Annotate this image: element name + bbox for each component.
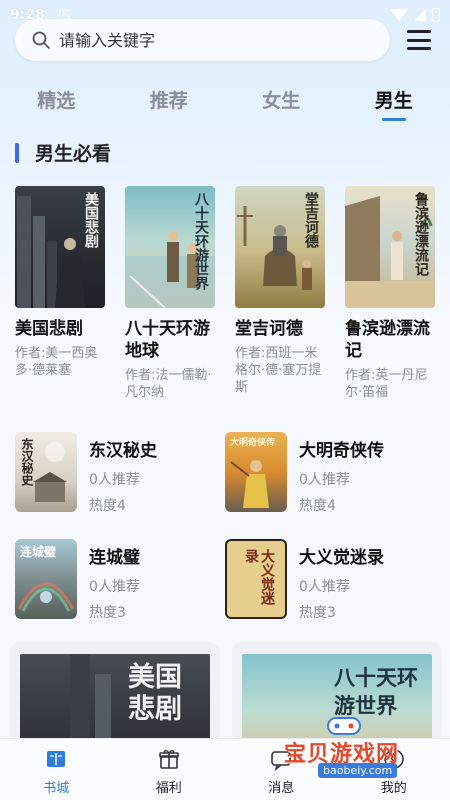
- book-title: 八十天环游地球: [125, 319, 210, 361]
- search-input[interactable]: [59, 30, 359, 50]
- nav-label: 福利: [155, 781, 182, 796]
- thumb-title: 大明奇侠传: [230, 438, 276, 448]
- tab-nvsheng[interactable]: 女生: [225, 84, 338, 128]
- featured-books: 美国悲剧 美国悲剧 作者:美一西奥多·德莱塞 八十天环游世界 八十天环游地球 作…: [15, 186, 450, 401]
- cover-title: 八十天环游世界: [193, 192, 209, 290]
- search-row: [15, 19, 435, 61]
- banner-image: 美国悲剧: [20, 654, 210, 742]
- tab-tuijian[interactable]: 推荐: [113, 84, 226, 128]
- item-name: 东汉秘史: [89, 441, 157, 461]
- nav-bookstore[interactable]: 书城: [0, 739, 113, 800]
- list-item[interactable]: 大明奇侠传 大明奇侠传 0人推荐 热度4: [225, 432, 435, 515]
- section-header: 男生必看: [15, 139, 111, 166]
- book-title: 鲁滨逊漂流记: [345, 319, 430, 361]
- book-cover: 鲁滨逊漂流记: [345, 186, 435, 308]
- nav-welfare[interactable]: 福利: [113, 739, 226, 800]
- gift-icon: [158, 750, 179, 769]
- item-heat: 热度3: [299, 605, 336, 621]
- book-cover: 美国悲剧: [15, 186, 105, 308]
- thumb-title: 大义觉迷录: [243, 549, 275, 605]
- item-heat: 热度4: [89, 498, 126, 514]
- book-list: 东汉秘史 东汉秘史 0人推荐 热度4 大明奇侠传 大明奇侠传 0人推荐 热度4: [15, 432, 435, 646]
- thumb-title: 东汉秘史: [20, 438, 34, 486]
- banner-title: 美国悲剧: [128, 662, 182, 725]
- item-info: 大义觉迷录 0人推荐 热度3: [299, 539, 384, 622]
- item-recommend: 0人推荐: [89, 472, 140, 488]
- search-icon: [32, 31, 50, 49]
- list-item[interactable]: 大义觉迷录 大义觉迷录 0人推荐 热度3: [225, 539, 435, 622]
- featured-book[interactable]: 堂吉诃德 堂吉诃德 作者:西班一米格尔·德·塞万提斯: [235, 186, 325, 401]
- book-title: 堂吉诃德: [235, 319, 303, 339]
- book-author: 作者:法一儒勒·凡尔纳: [125, 368, 212, 400]
- thumb-title: 连城璧: [20, 545, 57, 559]
- watermark-url: baobeiy.com: [318, 763, 398, 778]
- item-heat: 热度4: [299, 498, 336, 514]
- book-title: 美国悲剧: [15, 319, 83, 339]
- book-thumb: 大明奇侠传: [225, 432, 287, 512]
- list-item[interactable]: 连城璧 连城璧 0人推荐 热度3: [15, 539, 225, 622]
- item-recommend: 0人推荐: [299, 472, 350, 488]
- banner-card[interactable]: 美国悲剧: [10, 642, 220, 742]
- item-info: 大明奇侠传 0人推荐 热度4: [299, 432, 384, 515]
- list-item[interactable]: 东汉秘史 东汉秘史 0人推荐 热度4: [15, 432, 225, 515]
- featured-book[interactable]: 美国悲剧 美国悲剧 作者:美一西奥多·德莱塞: [15, 186, 105, 401]
- tab-jingxuan[interactable]: 精选: [0, 84, 113, 128]
- section-marker: [15, 142, 19, 163]
- item-recommend: 0人推荐: [299, 579, 350, 595]
- cover-title: 美国悲剧: [83, 192, 99, 248]
- featured-book[interactable]: 八十天环游世界 八十天环游地球 作者:法一儒勒·凡尔纳: [125, 186, 215, 401]
- item-name: 连城璧: [89, 548, 140, 568]
- watermark: 宝贝游戏网 baobeiy.com: [264, 717, 424, 784]
- book-thumb: 大义觉迷录: [225, 539, 287, 619]
- book-thumb: 连城璧: [15, 539, 77, 619]
- nav-label: 书城: [43, 781, 70, 796]
- book-author: 作者:西班一米格尔·德·塞万提斯: [235, 346, 322, 395]
- list-row: 连城璧 连城璧 0人推荐 热度3 大义觉迷录 大义觉迷录 0人推荐 热度3: [15, 539, 435, 622]
- book-author: 作者:美一西奥多·德莱塞: [15, 346, 98, 378]
- book-icon: [47, 751, 66, 767]
- item-name: 大明奇侠传: [299, 441, 384, 461]
- banner-row: 美国悲剧 八十天环游世界: [10, 642, 450, 742]
- cover-title: 鲁滨逊漂流记: [413, 192, 429, 276]
- featured-book[interactable]: 鲁滨逊漂流记 鲁滨逊漂流记 作者:英一丹尼尔·笛福: [345, 186, 435, 401]
- section-title: 男生必看: [35, 143, 112, 165]
- item-name: 大义觉迷录: [299, 548, 384, 568]
- book-thumb: 东汉秘史: [15, 432, 77, 512]
- tab-nansheng[interactable]: 男生: [338, 84, 450, 128]
- list-row: 东汉秘史 东汉秘史 0人推荐 热度4 大明奇侠传 大明奇侠传 0人推荐 热度4: [15, 432, 435, 515]
- cover-title: 堂吉诃德: [303, 192, 319, 248]
- item-info: 东汉秘史 0人推荐 热度4: [89, 432, 157, 515]
- item-heat: 热度3: [89, 605, 126, 621]
- search-box[interactable]: [15, 19, 390, 61]
- menu-icon[interactable]: [407, 30, 431, 50]
- book-cover: 堂吉诃德: [235, 186, 325, 308]
- item-recommend: 0人推荐: [89, 579, 140, 595]
- item-info: 连城璧 0人推荐 热度3: [89, 539, 140, 622]
- book-author: 作者:英一丹尼尔·笛福: [345, 368, 428, 400]
- book-cover: 八十天环游世界: [125, 186, 215, 308]
- category-tabs: 精选 推荐 女生 男生: [0, 84, 450, 128]
